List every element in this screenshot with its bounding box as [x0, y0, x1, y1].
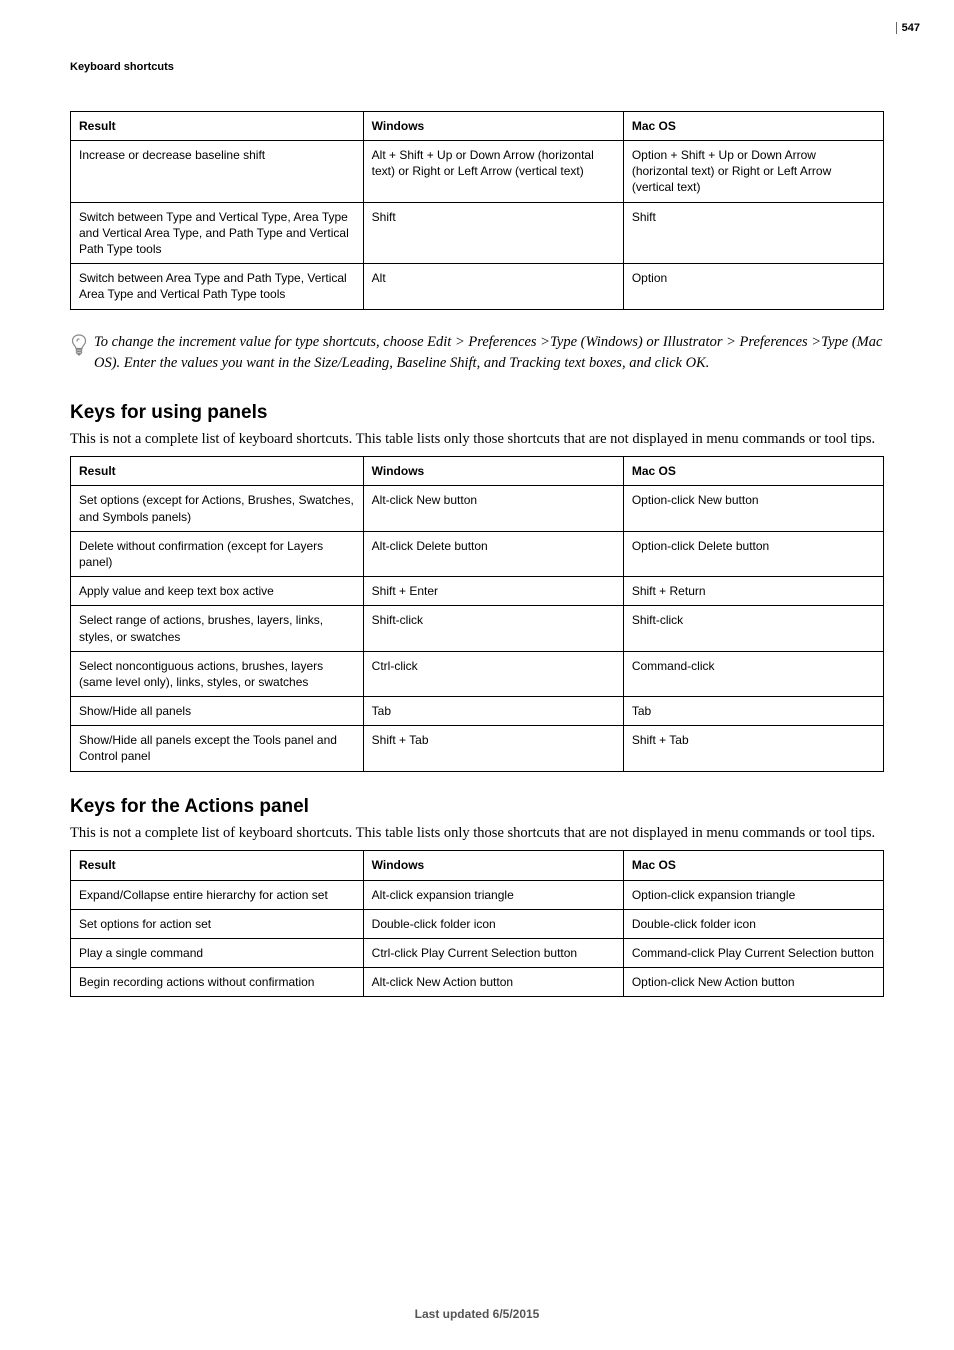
running-head: Keyboard shortcuts — [70, 60, 884, 75]
cell-windows: Shift — [363, 202, 623, 264]
cell-windows: Ctrl-click — [363, 651, 623, 696]
table-row: Delete without confirmation (except for … — [71, 531, 884, 576]
col-macos-header: Mac OS — [623, 111, 883, 140]
cell-macos: Shift — [623, 202, 883, 264]
cell-macos: Shift-click — [623, 606, 883, 651]
cell-macos: Option-click New Action button — [623, 968, 883, 997]
cell-windows: Alt-click New button — [363, 486, 623, 531]
cell-windows: Ctrl-click Play Current Selection button — [363, 938, 623, 967]
cell-windows: Alt — [363, 264, 623, 309]
cell-result: Show/Hide all panels — [71, 697, 364, 726]
intro-using-panels: This is not a complete list of keyboard … — [70, 429, 884, 450]
page-footer: Last updated 6/5/2015 — [0, 1306, 954, 1322]
table-row: Switch between Area Type and Path Type, … — [71, 264, 884, 309]
cell-result: Expand/Collapse entire hierarchy for act… — [71, 880, 364, 909]
col-windows-header: Windows — [363, 851, 623, 880]
col-windows-header: Windows — [363, 111, 623, 140]
cell-macos: Command-click — [623, 651, 883, 696]
cell-windows: Alt-click expansion triangle — [363, 880, 623, 909]
cell-windows: Shift + Enter — [363, 577, 623, 606]
cell-result: Set options for action set — [71, 909, 364, 938]
cell-result: Switch between Type and Vertical Type, A… — [71, 202, 364, 264]
table-row: Select noncontiguous actions, brushes, l… — [71, 651, 884, 696]
page-number: 547 — [896, 22, 920, 34]
cell-result: Play a single command — [71, 938, 364, 967]
cell-windows: Double-click folder icon — [363, 909, 623, 938]
table-row: Set options (except for Actions, Brushes… — [71, 486, 884, 531]
col-result-header: Result — [71, 111, 364, 140]
cell-result: Increase or decrease baseline shift — [71, 141, 364, 203]
table-row: Switch between Type and Vertical Type, A… — [71, 202, 884, 264]
cell-macos: Shift + Tab — [623, 726, 883, 771]
table-row: Expand/Collapse entire hierarchy for act… — [71, 880, 884, 909]
table-row: Select range of actions, brushes, layers… — [71, 606, 884, 651]
tip-text: To change the increment value for type s… — [94, 332, 884, 374]
table-row: Increase or decrease baseline shift Alt … — [71, 141, 884, 203]
cell-result: Select noncontiguous actions, brushes, l… — [71, 651, 364, 696]
panels-table: Result Windows Mac OS Set options (excep… — [70, 456, 884, 771]
table-row: Apply value and keep text box active Shi… — [71, 577, 884, 606]
table-row: Begin recording actions without confirma… — [71, 968, 884, 997]
col-result-header: Result — [71, 457, 364, 486]
cell-macos: Option-click New button — [623, 486, 883, 531]
heading-using-panels: Keys for using panels — [70, 400, 884, 426]
cell-macos: Option-click expansion triangle — [623, 880, 883, 909]
cell-windows: Shift-click — [363, 606, 623, 651]
tip-block: To change the increment value for type s… — [70, 332, 884, 374]
page-number-wrap: 547 — [896, 18, 920, 36]
lightbulb-icon — [70, 332, 88, 363]
heading-actions-panel: Keys for the Actions panel — [70, 794, 884, 820]
cell-windows: Alt-click New Action button — [363, 968, 623, 997]
cell-macos: Double-click folder icon — [623, 909, 883, 938]
cell-windows: Tab — [363, 697, 623, 726]
page: 547 Keyboard shortcuts Result Windows Ma… — [0, 0, 954, 1350]
col-macos-header: Mac OS — [623, 457, 883, 486]
cell-windows: Alt-click Delete button — [363, 531, 623, 576]
type-shortcuts-table: Result Windows Mac OS Increase or decrea… — [70, 111, 884, 310]
table-row: Show/Hide all panels Tab Tab — [71, 697, 884, 726]
table-row: Show/Hide all panels except the Tools pa… — [71, 726, 884, 771]
col-windows-header: Windows — [363, 457, 623, 486]
cell-macos: Shift + Return — [623, 577, 883, 606]
col-macos-header: Mac OS — [623, 851, 883, 880]
cell-result: Begin recording actions without confirma… — [71, 968, 364, 997]
cell-macos: Command-click Play Current Selection but… — [623, 938, 883, 967]
cell-result: Select range of actions, brushes, layers… — [71, 606, 364, 651]
cell-windows: Shift + Tab — [363, 726, 623, 771]
cell-macos: Tab — [623, 697, 883, 726]
cell-macos: Option + Shift + Up or Down Arrow (horiz… — [623, 141, 883, 203]
intro-actions-panel: This is not a complete list of keyboard … — [70, 823, 884, 844]
col-result-header: Result — [71, 851, 364, 880]
cell-result: Show/Hide all panels except the Tools pa… — [71, 726, 364, 771]
table-row: Play a single command Ctrl-click Play Cu… — [71, 938, 884, 967]
cell-result: Set options (except for Actions, Brushes… — [71, 486, 364, 531]
cell-result: Switch between Area Type and Path Type, … — [71, 264, 364, 309]
cell-result: Apply value and keep text box active — [71, 577, 364, 606]
cell-windows: Alt + Shift + Up or Down Arrow (horizont… — [363, 141, 623, 203]
cell-macos: Option — [623, 264, 883, 309]
table-row: Set options for action set Double-click … — [71, 909, 884, 938]
actions-table: Result Windows Mac OS Expand/Collapse en… — [70, 850, 884, 997]
cell-result: Delete without confirmation (except for … — [71, 531, 364, 576]
cell-macos: Option-click Delete button — [623, 531, 883, 576]
